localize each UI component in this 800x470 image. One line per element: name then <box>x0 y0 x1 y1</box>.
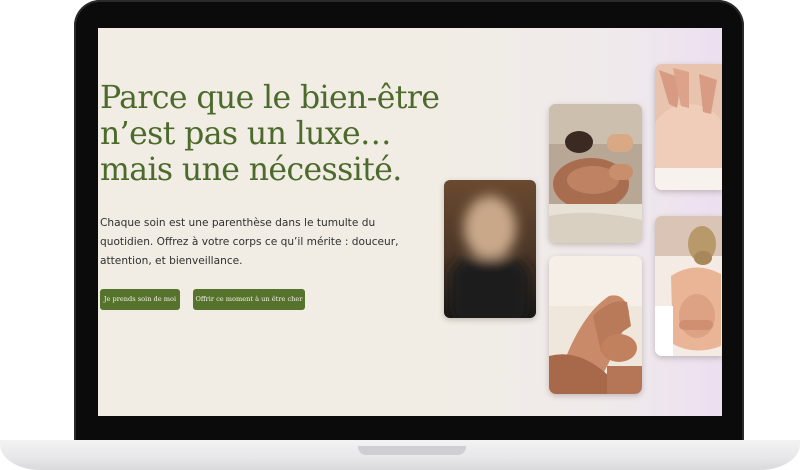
laptop-base <box>0 440 800 470</box>
portrait-photo <box>444 180 536 318</box>
hero-headline-line: mais une nécessité. <box>100 152 402 188</box>
back-massage-woman-photo <box>655 216 722 356</box>
stage: Parce que le bien-être n’est pas un luxe… <box>0 0 800 470</box>
shoulder-massage-photo <box>655 64 722 190</box>
hero-subtext-line: attention, et bienveillance. <box>100 255 243 267</box>
gift-button[interactable]: Offrir ce moment à un être cher <box>193 289 305 310</box>
hero-headline-line: n’est pas un luxe… <box>100 116 392 152</box>
website-screen: Parce que le bien-être n’est pas un luxe… <box>98 28 722 416</box>
hero-subtext-line: quotidien. Offrez à votre corps ce qu’il… <box>100 236 399 248</box>
back-massage-photo <box>549 104 642 243</box>
foot-massage-photo <box>549 256 642 394</box>
laptop-notch <box>358 446 466 455</box>
self-care-button[interactable]: Je prends soin de moi <box>100 289 180 310</box>
hero-headline: Parce que le bien-être n’est pas un luxe… <box>100 80 440 188</box>
hero-headline-line: Parce que le bien-être <box>100 80 440 116</box>
hero-subtext: Chaque soin est une parenthèse dans le t… <box>100 214 400 271</box>
hero-subtext-line: Chaque soin est une parenthèse dans le t… <box>100 217 376 229</box>
